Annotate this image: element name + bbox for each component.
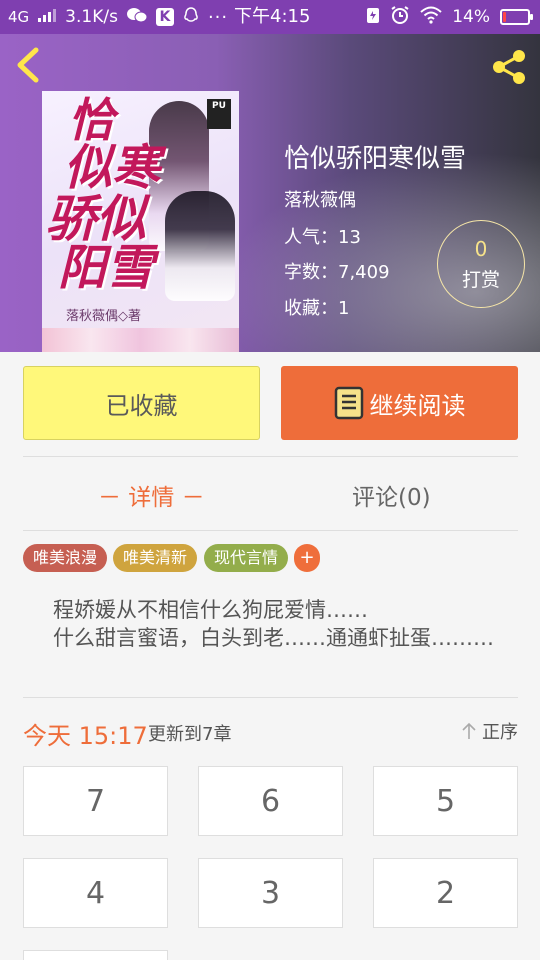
more-notifications-icon: ··· <box>207 6 229 28</box>
network-label: 4G <box>8 8 30 26</box>
popularity-count: 人气：13 <box>284 227 361 248</box>
cover-publisher-badge: PU <box>207 99 231 129</box>
network-speed: 3.1K/s <box>65 7 118 27</box>
sort-toggle[interactable]: 正序 <box>462 718 518 744</box>
battery-icon <box>500 9 533 25</box>
cover-title-art: 恰 似寒 骄似 阳雪 <box>46 93 161 296</box>
signal-icon <box>37 7 57 28</box>
continue-reading-button[interactable]: 继续阅读 <box>281 366 518 440</box>
book-cover[interactable]: PU 恰 似寒 骄似 阳雪 落秋薇偶◇著 <box>42 91 239 352</box>
divider <box>23 697 518 698</box>
chevron-left-icon <box>17 47 39 83</box>
word-count: 字数：7,409 <box>284 262 390 283</box>
add-tag-button[interactable]: + <box>294 544 320 572</box>
clock: 下午4:15 <box>234 6 311 27</box>
synopsis-paragraph: 什么甜言蜜语，白头到老……通通虾扯蛋……… <box>53 626 494 650</box>
tab-detail[interactable]: － 详情 － <box>98 478 205 512</box>
alarm-icon <box>390 5 410 30</box>
divider <box>23 456 518 457</box>
tab-comments[interactable]: 评论(0) <box>352 478 431 512</box>
arrow-up-icon <box>462 722 476 739</box>
reward-button[interactable]: 0 打赏 <box>437 220 525 308</box>
book-author[interactable]: 落秋薇偶 <box>284 186 356 212</box>
battery-percent: 14% <box>452 7 490 27</box>
collected-label: 已收藏 <box>105 391 178 420</box>
cover-author: 落秋薇偶◇著 <box>66 309 141 324</box>
collected-button[interactable]: 已收藏 <box>23 366 260 440</box>
chapter-cell[interactable]: 4 <box>23 858 168 928</box>
battery-level <box>503 12 506 22</box>
continue-reading-label: 继续阅读 <box>369 391 466 420</box>
back-button[interactable] <box>12 46 46 84</box>
tag-item[interactable]: 现代言情 <box>204 544 289 572</box>
chapter-cell[interactable]: 5 <box>373 766 518 836</box>
synopsis-paragraph: 程娇媛从不相信什么狗屁爱情…… <box>53 598 368 622</box>
chapter-cell[interactable]: 2 <box>373 858 518 928</box>
book-header: PU 恰 似寒 骄似 阳雪 落秋薇偶◇著 恰似骄阳寒似雪 落秋薇偶 人气：13 … <box>0 34 540 352</box>
synopsis[interactable]: 程娇媛从不相信什么狗屁爱情…… 什么甜言蜜语，白头到老……通通虾扯蛋……… <box>23 596 523 652</box>
divider <box>23 530 518 531</box>
k-app-icon: K <box>155 8 174 26</box>
status-bar: 4G 3.1K/s K ··· 下午4:15 14% <box>0 0 540 34</box>
reward-count: 0 <box>474 237 488 261</box>
chapter-cell[interactable]: 3 <box>198 858 343 928</box>
book-icon <box>334 386 363 420</box>
update-chapter-count: 更新到7章 <box>148 724 232 745</box>
book-title: 恰似骄阳寒似雪 <box>284 144 467 174</box>
chat-app-icon <box>126 6 148 29</box>
sort-label: 正序 <box>482 722 518 743</box>
reward-label: 打赏 <box>461 269 500 291</box>
tag-item[interactable]: 唯美清新 <box>113 544 198 572</box>
chapter-cell[interactable]: 7 <box>23 766 168 836</box>
chapter-cell[interactable]: 6 <box>198 766 343 836</box>
cover-flowers <box>42 328 239 352</box>
wifi-icon <box>420 6 442 29</box>
update-time: 今天 15:17 <box>23 722 148 750</box>
book-detail-screen: 4G 3.1K/s K ··· 下午4:15 14% PU 恰 似寒 骄似 阳雪… <box>0 0 540 960</box>
share-button[interactable] <box>490 48 528 86</box>
tag-item[interactable]: 唯美浪漫 <box>23 544 108 572</box>
chapter-cell-partial[interactable] <box>23 950 168 960</box>
share-icon <box>493 50 525 84</box>
favorites-count: 收藏：1 <box>284 298 350 319</box>
battery-saver-icon <box>366 6 380 29</box>
qq-icon <box>182 6 200 29</box>
